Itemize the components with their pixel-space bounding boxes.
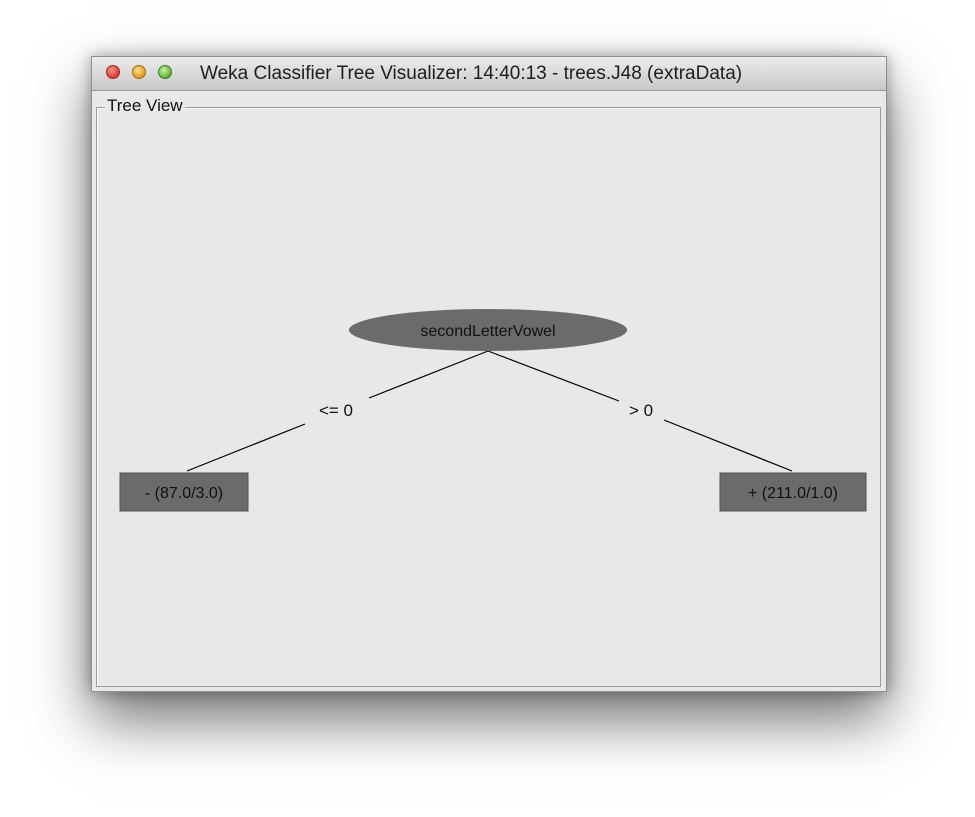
edge-line-right-upper [487,350,620,402]
tree-visualizer-window: Weka Classifier Tree Visualizer: 14:40:1… [91,56,887,692]
edge-label-left: <= 0 [319,401,353,420]
edge-label-right: > 0 [629,401,653,420]
leaf-node-left-label: - (87.0/3.0) [145,485,223,502]
edge-line-right-lower [663,419,793,472]
tree-canvas[interactable]: <= 0 > 0 secondLetterVowel - (87.0/3.0) … [92,57,886,691]
edge-line-left-upper [368,350,489,399]
root-node-label: secondLetterVowel [420,323,555,340]
edge-line-left-lower [186,423,306,472]
leaf-node-right-label: + (211.0/1.0) [748,485,838,502]
